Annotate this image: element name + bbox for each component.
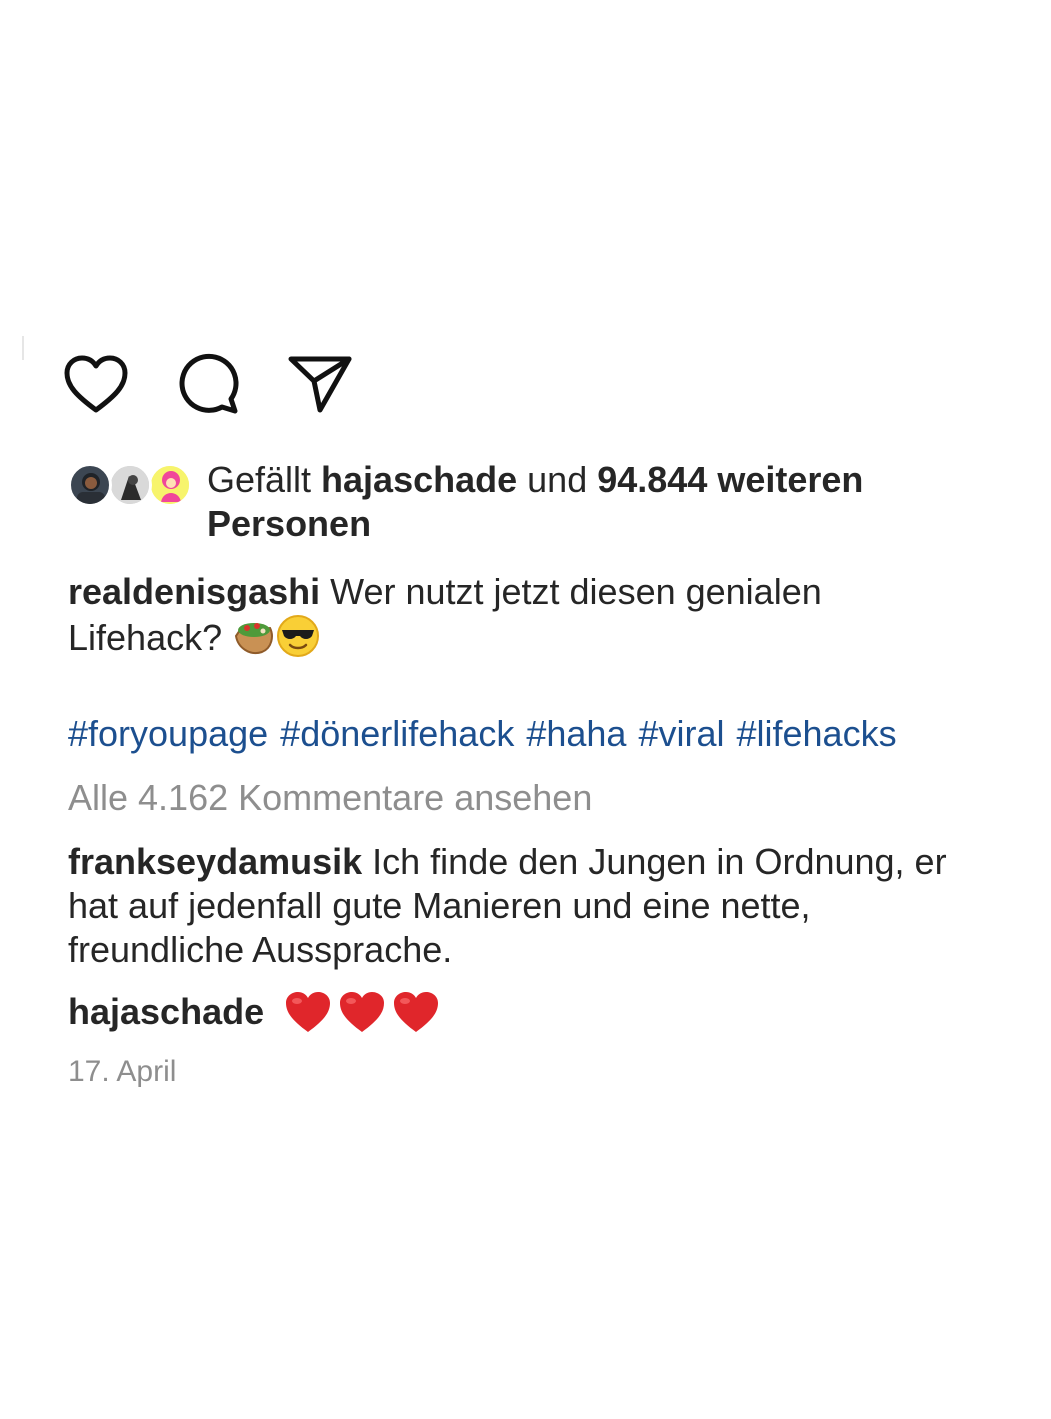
paper-plane-icon [287,354,353,414]
post-action-bar [62,352,398,416]
red-heart-emoji [392,990,440,1044]
hashtag-link[interactable]: #viral [638,713,724,754]
like-button[interactable] [62,352,130,416]
comment-button[interactable] [174,352,242,416]
hashtag-link[interactable]: #foryoupage [68,713,268,754]
comment-username[interactable]: frankseydamusik [68,841,362,882]
comment-bubble-icon [176,353,240,415]
hashtag-link[interactable]: #lifehacks [736,713,896,754]
post-caption: realdenisgashi Wer nutzt jetzt diesen ge… [68,570,968,660]
heart-outline-icon [63,354,129,414]
likes-middle: und [517,459,598,500]
red-heart-emoji [284,990,332,1044]
comment-username[interactable]: hajaschade [68,991,264,1032]
hashtag-link[interactable]: #haha [526,713,626,754]
hashtag-link[interactable]: #dönerlifehack [280,713,514,754]
red-heart-emoji [338,990,386,1044]
liker-avatars[interactable] [68,461,198,511]
liker-username[interactable]: hajaschade [321,459,517,500]
likes-summary: Gefällt hajaschade und 94.844 weiteren P… [68,458,968,546]
avatar [148,463,192,507]
avatar [68,463,112,507]
hashtag-list: #foryoupage #dönerlifehack #haha #viral #lif… [68,712,909,756]
view-all-comments-link[interactable]: Alle 4.162 Kommentare ansehen [68,776,592,820]
post-date: 17. April [68,1055,177,1088]
caption-username[interactable]: realdenisgashi [68,571,320,612]
comment-emojis [284,990,446,1044]
left-edge-mark [22,336,24,360]
sunglasses-emoji [276,614,320,658]
comment-item: frankseydamusik Ich finde den Jungen in … [68,840,968,972]
share-button[interactable] [286,352,354,416]
likes-text: Gefällt hajaschade und 94.844 weiteren P… [207,458,968,546]
comment-item: hajaschade [68,990,968,1044]
kebab-emoji [232,614,276,658]
likes-prefix: Gefällt [207,459,322,500]
avatar [108,463,152,507]
